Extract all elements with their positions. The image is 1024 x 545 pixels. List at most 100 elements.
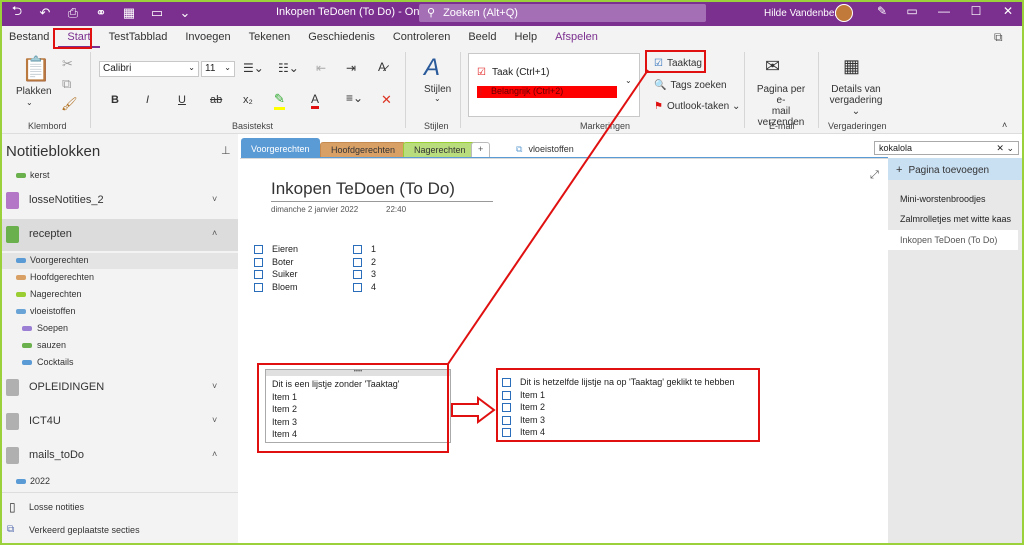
cut-icon[interactable]: ✂ (62, 56, 73, 72)
numbering-icon[interactable]: ☷⌄ (278, 61, 299, 75)
link-icon[interactable]: ⚭ (90, 2, 112, 24)
find-tags-button[interactable]: 🔍 Tags zoeken (654, 80, 727, 91)
notebook-item[interactable]: ICT4U ˅ (0, 406, 238, 438)
outlook-tasks-button[interactable]: ⚑ Outlook-taken ⌄ (654, 101, 740, 112)
close-icon[interactable]: ✕ (998, 4, 1018, 22)
checkbox-icon[interactable] (254, 245, 263, 255)
print-icon[interactable]: ⎙ (62, 2, 84, 24)
section-item[interactable]: Voorgerechten (0, 253, 238, 269)
font-size-select[interactable]: 11 ⌄ (201, 61, 235, 77)
ribbon-collapse-chevron-icon[interactable]: ˄ (1002, 120, 1007, 130)
add-section-button[interactable]: + (471, 142, 491, 158)
section-item[interactable]: kerst (0, 168, 238, 184)
page-title[interactable]: Inkopen TeDoen (To Do) (271, 179, 455, 199)
pen-icon[interactable]: ✎ (872, 4, 892, 22)
tab-voorgerechten[interactable]: Voorgerechten (241, 138, 320, 158)
decrease-indent-icon[interactable]: ⇤ (316, 61, 326, 75)
checkbox-icon[interactable] (254, 257, 263, 267)
notebook-item[interactable]: losseNotities_2 ˅ (0, 185, 238, 217)
page-item-selected[interactable]: Inkopen TeDoen (To Do) (888, 230, 1018, 250)
meeting-details-icon[interactable]: ▦ (843, 56, 860, 77)
font-color-button[interactable]: A (311, 92, 320, 109)
bullets-icon[interactable]: ☰⌄ (243, 61, 264, 75)
checkbox-icon[interactable] (254, 282, 263, 292)
checkbox-icon[interactable] (353, 257, 362, 267)
maximize-icon[interactable]: ☐ (966, 4, 986, 22)
clear-formatting-icon[interactable]: A̷ (378, 60, 386, 74)
paste-chevron-icon[interactable]: ⌄ (26, 98, 33, 107)
expand-chevron-icon[interactable]: ˅ (212, 415, 217, 425)
increase-indent-icon[interactable]: ⇥ (346, 61, 356, 75)
list-item[interactable]: 2 (353, 256, 376, 268)
search-box[interactable]: ⚲ Zoeken (Alt+Q) (419, 4, 706, 22)
tab-hoofdgerechten[interactable]: Hoofdgerechten (320, 142, 407, 158)
menu-bestand[interactable]: Bestand (0, 26, 58, 48)
search-scope-input[interactable]: kokalola ✕ ⌄ (874, 141, 1019, 155)
underline-button[interactable]: U (178, 94, 186, 106)
page-item[interactable]: Zalmrolletjes met witte kaas (900, 214, 1011, 224)
section-item[interactable]: Soepen (0, 321, 238, 337)
paste-button[interactable]: Plakken (16, 86, 52, 97)
styles-icon[interactable]: A (424, 54, 440, 82)
expand-chevron-icon[interactable]: ˄ (212, 228, 217, 238)
page-canvas[interactable]: ⤢ Inkopen TeDoen (To Do) dimanche 2 janv… (240, 158, 888, 545)
clear-all-button[interactable]: ✕ (381, 92, 392, 108)
format-painter-icon[interactable]: 🖌 (61, 96, 78, 112)
misplaced-sections-item[interactable]: ⧉ Verkeerd geplaatste secties (0, 523, 238, 539)
expand-chevron-icon[interactable]: ˅ (212, 194, 217, 204)
menu-controleren[interactable]: Controleren (384, 26, 459, 48)
highlight-icon[interactable]: ✎ (274, 91, 285, 110)
section-item[interactable]: Hoofdgerechten (0, 270, 238, 286)
pin-icon[interactable]: ⊥ (221, 144, 231, 157)
tag-important[interactable]: Belangrijk (Ctrl+2) (477, 86, 617, 98)
list-item[interactable]: 1 (353, 243, 376, 255)
menu-tekenen[interactable]: Tekenen (240, 26, 300, 48)
tag-task[interactable]: ☑ Taak (Ctrl+1) (477, 67, 549, 78)
customize-quick-access-icon[interactable]: ⌄ (174, 2, 196, 24)
undo-icon[interactable]: ↶ (34, 2, 56, 24)
checkbox-icon[interactable] (353, 282, 362, 292)
user-name[interactable]: Hilde Vandenberk (764, 8, 843, 19)
subscript-button[interactable]: x₂ (243, 94, 253, 106)
add-page-button[interactable]: + Pagina toevoegen (888, 158, 1022, 180)
tags-gallery[interactable]: ☑ Taak (Ctrl+1) ! Belangrijk (Ctrl+2) (468, 53, 640, 117)
page-item[interactable]: Mini-worstenbroodjes (900, 194, 986, 204)
avatar[interactable] (835, 4, 853, 22)
menu-afspelen[interactable]: Afspelen (546, 26, 607, 48)
tags-more-icon[interactable]: ⌄ (625, 76, 632, 85)
checkbox-icon[interactable] (353, 245, 362, 255)
list-item[interactable]: Bloem (254, 281, 298, 293)
screen-clipping-icon[interactable]: ▦ (118, 2, 140, 24)
checkbox-icon[interactable] (254, 270, 263, 280)
list-item[interactable]: 4 (353, 281, 376, 293)
ribbon-collapse-icon[interactable]: ⧉ (994, 30, 1003, 45)
styles-chevron-icon[interactable]: ⌄ (434, 94, 441, 103)
notebook-item[interactable]: OPLEIDINGEN ˅ (0, 372, 238, 404)
tab-nagerechten[interactable]: Nagerechten (403, 142, 477, 158)
clear-search-icon[interactable]: ✕ ⌄ (996, 142, 1014, 154)
bold-button[interactable]: B (111, 94, 119, 106)
email-icon[interactable]: ✉ (765, 56, 780, 77)
notebook-item[interactable]: mails_toDo ˄ (0, 440, 238, 472)
section-item[interactable]: sauzen (0, 338, 238, 354)
section-item[interactable]: vloeistoffen (0, 304, 238, 320)
menu-testtabblad[interactable]: TestTabblad (100, 26, 177, 48)
checkbox-icon[interactable] (353, 270, 362, 280)
notebook-item[interactable]: recepten ˄ (0, 219, 238, 251)
tab-vloeistoffen[interactable]: ⧉ vloeistoffen (506, 142, 584, 158)
menu-beeld[interactable]: Beeld (459, 26, 505, 48)
notebooks-title[interactable]: Notitieblokken (6, 143, 100, 160)
section-item[interactable]: 2022 (0, 474, 238, 490)
copy-icon[interactable]: ⧉ (62, 76, 71, 92)
italic-button[interactable]: I (146, 94, 149, 106)
list-item[interactable]: Suiker (254, 268, 298, 280)
quick-notes-item[interactable]: ▯ Losse notities (0, 500, 238, 516)
expand-chevron-icon[interactable]: ˅ (212, 381, 217, 391)
folder-icon[interactable]: ▭ (146, 2, 168, 24)
font-family-select[interactable]: Calibri ⌄ (99, 61, 199, 77)
menu-geschiedenis[interactable]: Geschiedenis (299, 26, 384, 48)
minimize-icon[interactable]: — (934, 4, 954, 22)
meeting-details-button[interactable]: Details van vergadering ⌄ (826, 84, 886, 117)
section-item[interactable]: Nagerechten (0, 287, 238, 303)
clipboard-icon[interactable]: 📋 (21, 55, 51, 84)
